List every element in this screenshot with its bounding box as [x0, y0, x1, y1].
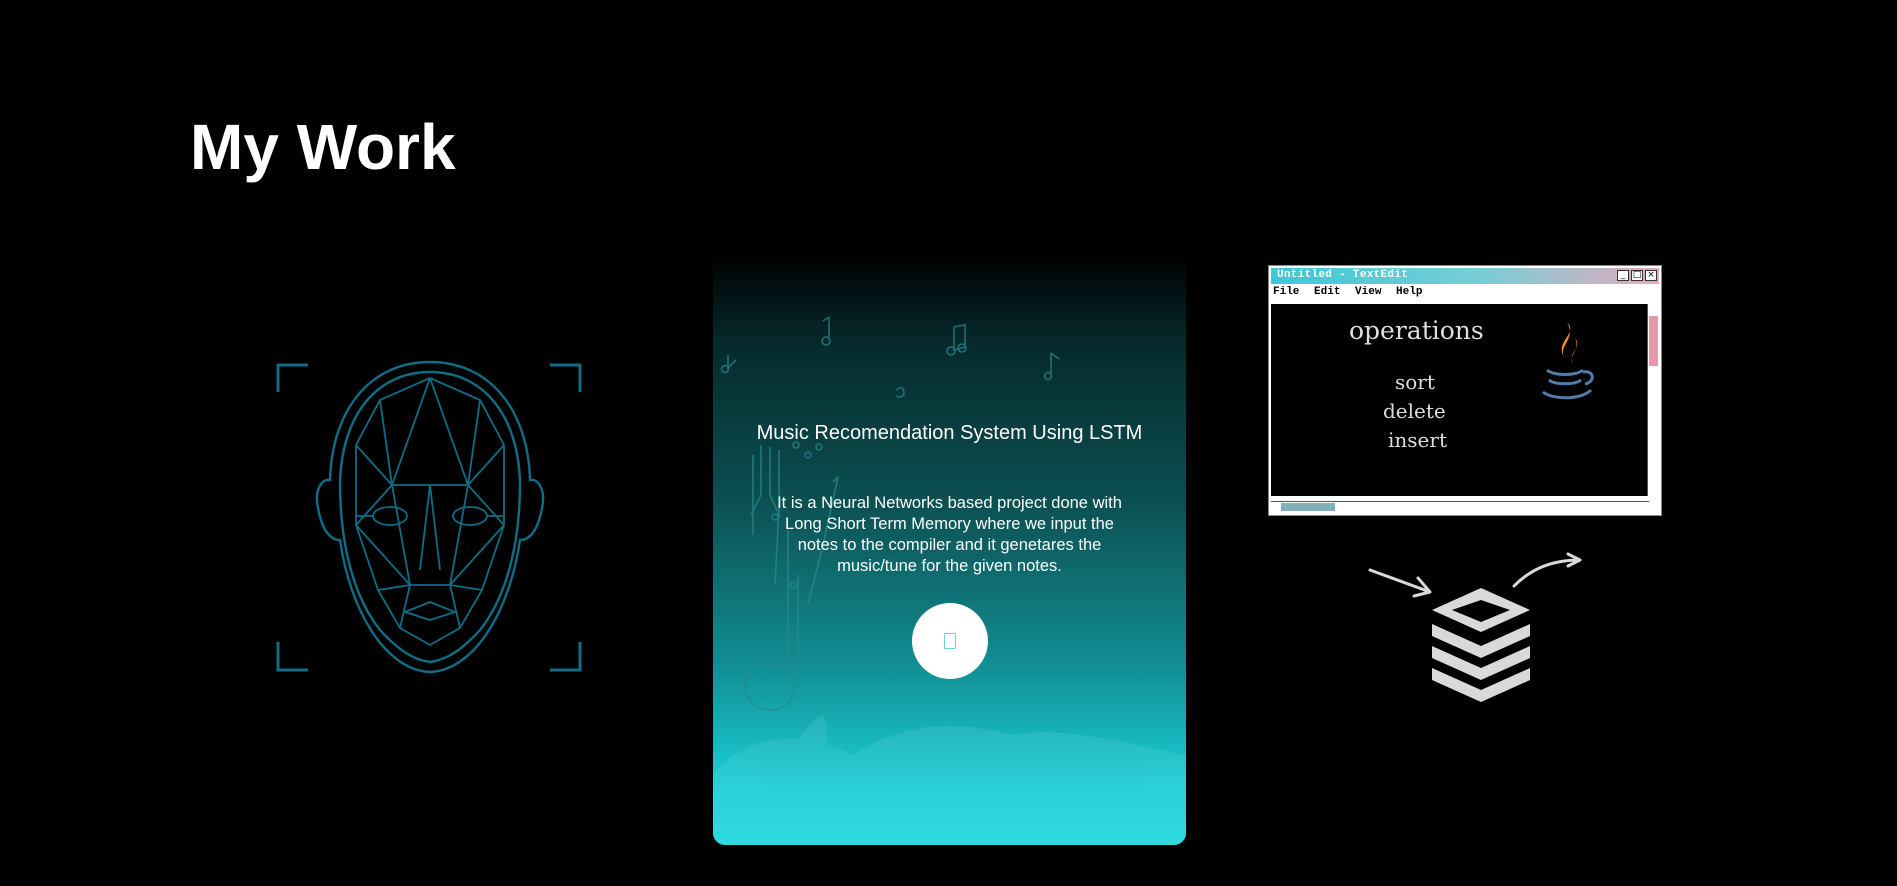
face-recognition-card[interactable] [260, 350, 600, 685]
textedit-window-title: Untitled - TextEdit [1277, 269, 1409, 281]
maximize-icon[interactable]: □ [1631, 270, 1643, 281]
operation-item: insert [1388, 428, 1447, 452]
menu-edit[interactable]: Edit [1314, 286, 1340, 298]
menu-help[interactable]: Help [1396, 286, 1422, 298]
page-title: My Work [190, 111, 456, 183]
textedit-content: operations sort delete insert [1271, 304, 1649, 496]
java-logo-icon [1542, 322, 1594, 400]
textedit-window-card[interactable]: Untitled - TextEdit _ □ × File Edit View… [1268, 265, 1662, 516]
operations-heading: operations [1349, 316, 1484, 345]
horizontal-scroll-thumb[interactable] [1281, 503, 1335, 511]
textedit-menubar: File Edit View Help [1273, 286, 1657, 303]
menu-file[interactable]: File [1273, 286, 1299, 298]
menu-view[interactable]: View [1355, 286, 1381, 298]
horizontal-scrollbar[interactable] [1271, 501, 1649, 513]
vertical-scrollbar[interactable] [1647, 304, 1659, 496]
music-project-card[interactable]: Music Recomendation System Using LSTM It… [713, 255, 1186, 845]
minimize-icon[interactable]: _ [1617, 270, 1629, 281]
external-link-icon [944, 633, 956, 649]
operation-item: sort [1395, 370, 1435, 394]
close-icon[interactable]: × [1645, 270, 1657, 281]
face-mesh-icon [276, 360, 582, 674]
stack-layers-icon [1368, 552, 1582, 702]
music-card-title: Music Recomendation System Using LSTM [756, 422, 1143, 444]
textedit-titlebar: Untitled - TextEdit _ □ × [1271, 268, 1659, 284]
music-card-link-button[interactable] [912, 603, 988, 679]
vertical-scroll-thumb[interactable] [1649, 316, 1658, 366]
operation-item: delete [1383, 399, 1446, 423]
music-card-description: It is a Neural Networks based project do… [777, 494, 1122, 575]
